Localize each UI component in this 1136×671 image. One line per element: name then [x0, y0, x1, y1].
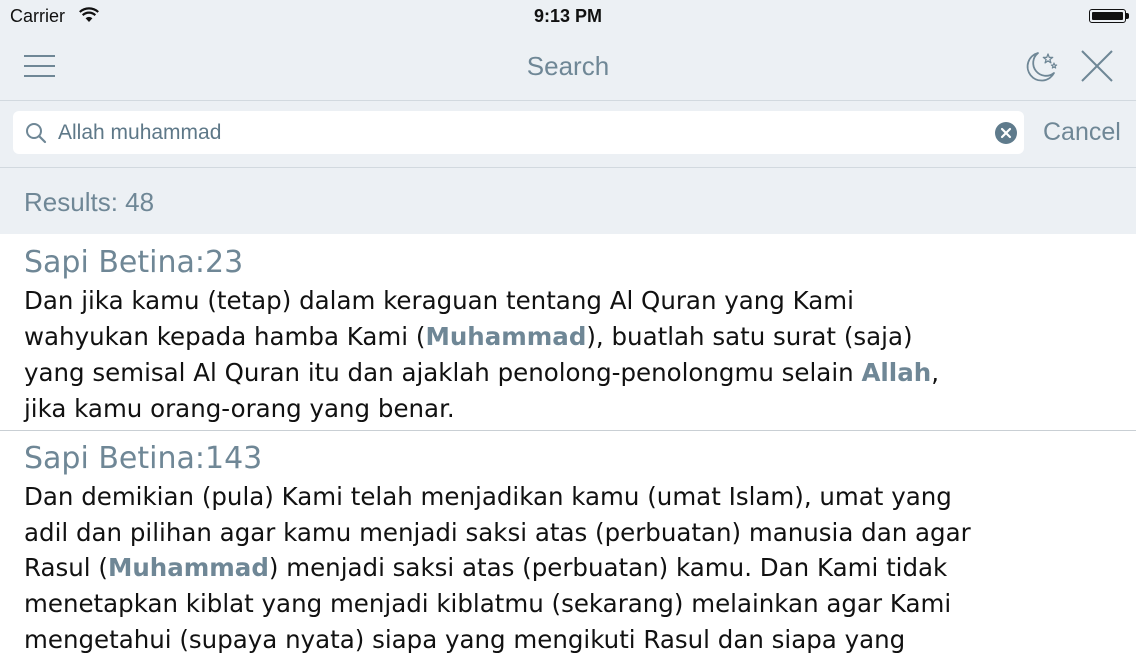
status-bar: Carrier 9:13 PM — [0, 0, 1136, 32]
result-text-line: Dan jika kamu (tetap) dalam keraguan ten… — [24, 286, 854, 315]
result-text: yang semisal Al Quran itu dan ajaklah pe… — [24, 358, 862, 387]
result-text-line: Rasul (Muhammad) menjadi saksi atas (per… — [24, 553, 947, 582]
search-input[interactable] — [58, 111, 978, 154]
battery-icon — [1089, 9, 1129, 23]
result-text: ) menjadi saksi atas (perbuatan) kamu. D… — [268, 553, 948, 582]
result-text: Dan jika kamu (tetap) dalam keraguan ten… — [24, 286, 854, 315]
result-item[interactable]: Sapi Betina:143 Dan demikian (pula) Kami… — [0, 431, 1136, 671]
search-icon — [26, 123, 47, 144]
result-text-line: wahyukan kepada hamba Kami (Muhammad), b… — [24, 322, 913, 351]
result-text-line: adil dan pilihan agar kamu menjadi saksi… — [24, 518, 971, 547]
result-text-line: jika kamu orang-orang yang benar. — [24, 394, 455, 423]
clock: 9:13 PM — [533, 6, 603, 26]
close-icon[interactable] — [1080, 49, 1114, 83]
result-text-line: mengetahui (supaya nyata) siapa yang men… — [24, 625, 905, 654]
moon-stars-icon[interactable] — [1021, 48, 1059, 86]
result-text-line: yang semisal Al Quran itu dan ajaklah pe… — [24, 358, 939, 387]
clear-search-icon[interactable] — [995, 122, 1017, 144]
cancel-button[interactable]: Cancel — [1043, 118, 1121, 147]
result-text: , — [931, 358, 939, 387]
result-item[interactable]: Sapi Betina:23 Dan jika kamu (tetap) dal… — [0, 234, 1136, 431]
search-bar: Cancel — [0, 101, 1136, 168]
search-field[interactable] — [13, 111, 1024, 154]
result-reference: Sapi Betina:143 — [24, 441, 263, 476]
result-text: adil dan pilihan agar kamu menjadi saksi… — [24, 518, 971, 547]
results-list: Sapi Betina:23 Dan jika kamu (tetap) dal… — [0, 234, 1136, 671]
result-text-line: Dan demikian (pula) Kami telah menjadika… — [24, 482, 952, 511]
highlighted-term: Muhammad — [425, 322, 587, 351]
navigation-bar: Search — [0, 32, 1136, 101]
results-count: Results: 48 — [24, 187, 155, 217]
result-text: wahyukan kepada hamba Kami ( — [24, 322, 426, 351]
result-text: jika kamu orang-orang yang benar. — [24, 394, 455, 423]
result-text: ), buatlah satu surat (saja) — [586, 322, 913, 351]
result-text: menetapkan kiblat yang menjadi kiblatmu … — [24, 589, 952, 618]
result-text-line: menetapkan kiblat yang menjadi kiblatmu … — [24, 589, 951, 618]
result-text: Rasul ( — [24, 553, 108, 582]
page-title: Search — [526, 51, 610, 81]
highlighted-term: Muhammad — [107, 553, 269, 582]
results-header: Results: 48 — [0, 168, 1136, 234]
result-text: mengetahui (supaya nyata) siapa yang men… — [24, 625, 906, 654]
result-text: Dan demikian (pula) Kami telah menjadika… — [24, 482, 952, 511]
result-reference: Sapi Betina:23 — [24, 245, 244, 280]
highlighted-term: Allah — [861, 358, 932, 387]
